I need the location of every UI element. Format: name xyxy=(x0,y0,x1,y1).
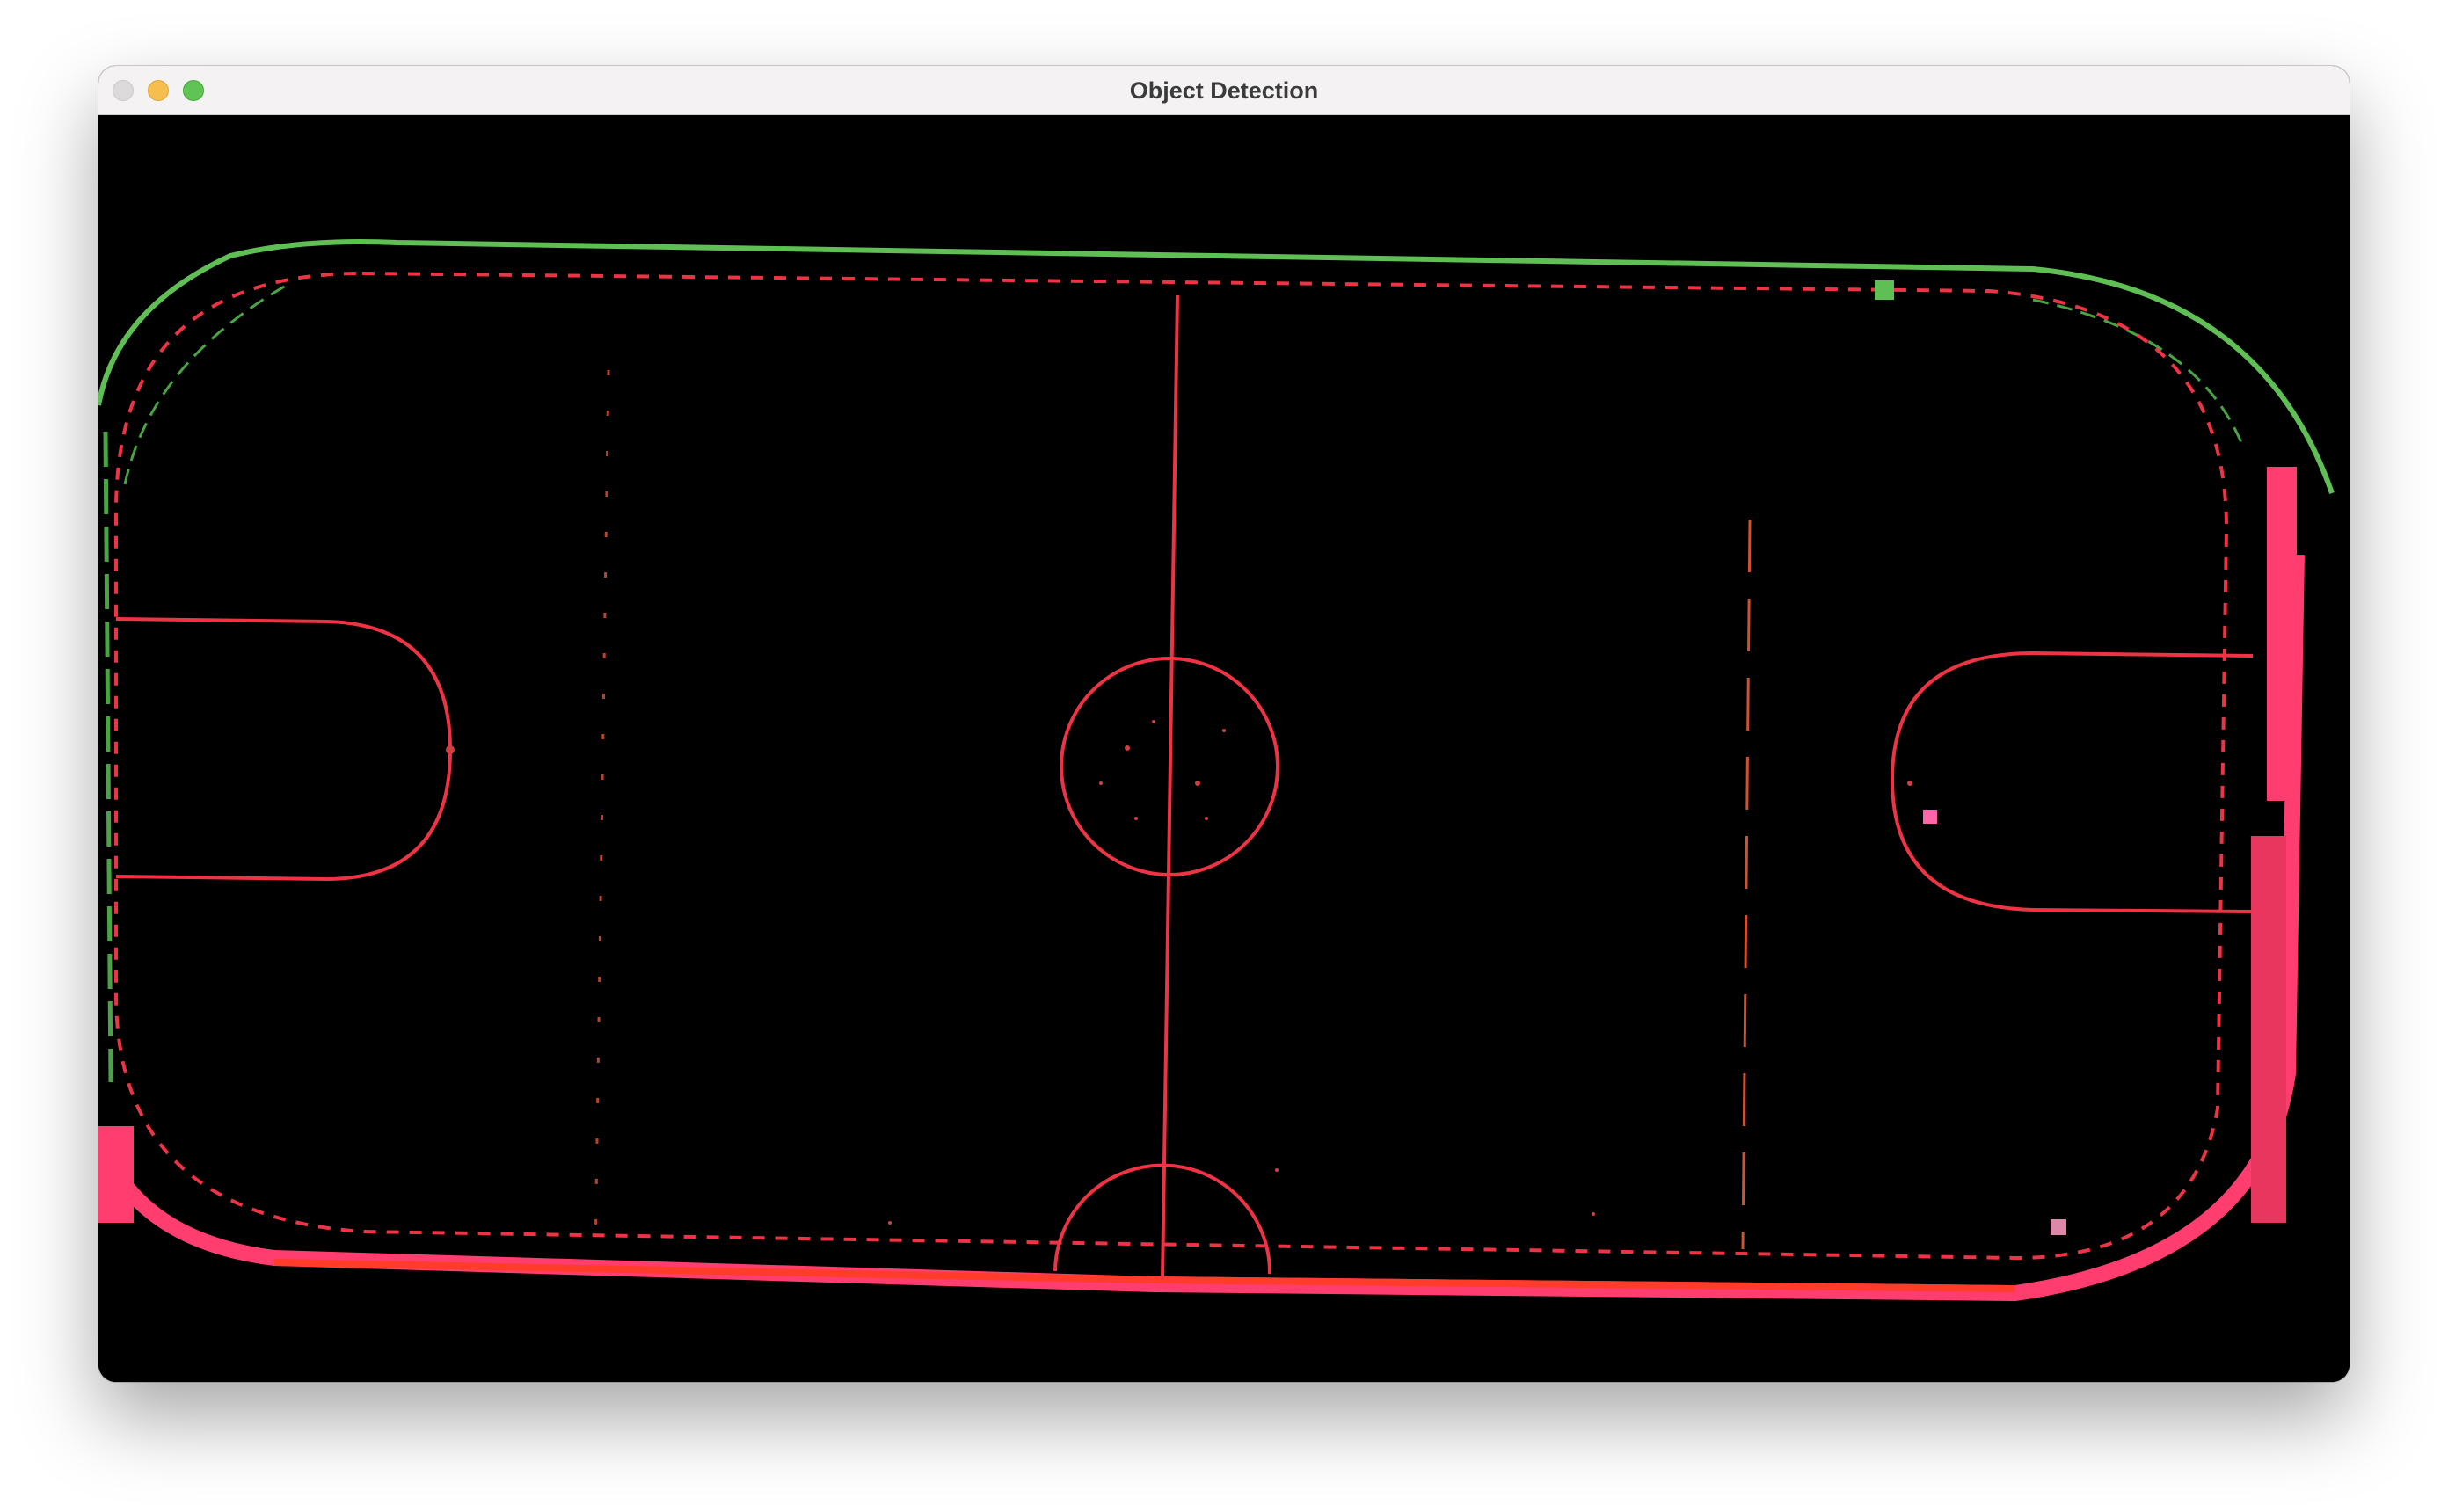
detection-canvas xyxy=(98,115,2350,1382)
right-boards-block-2 xyxy=(2251,836,2286,1223)
app-window: Object Detection xyxy=(98,66,2350,1382)
player-detection-top xyxy=(1875,280,1894,300)
title-bar[interactable]: Object Detection xyxy=(98,66,2350,115)
rink-detection-image xyxy=(98,115,2350,1382)
left-bottom-boards-block xyxy=(98,1126,134,1223)
right-boards-block xyxy=(2267,467,2297,801)
puck-detection xyxy=(1923,810,1937,824)
player-detection-bottom xyxy=(2051,1219,2066,1235)
window-title: Object Detection xyxy=(1129,77,1319,104)
